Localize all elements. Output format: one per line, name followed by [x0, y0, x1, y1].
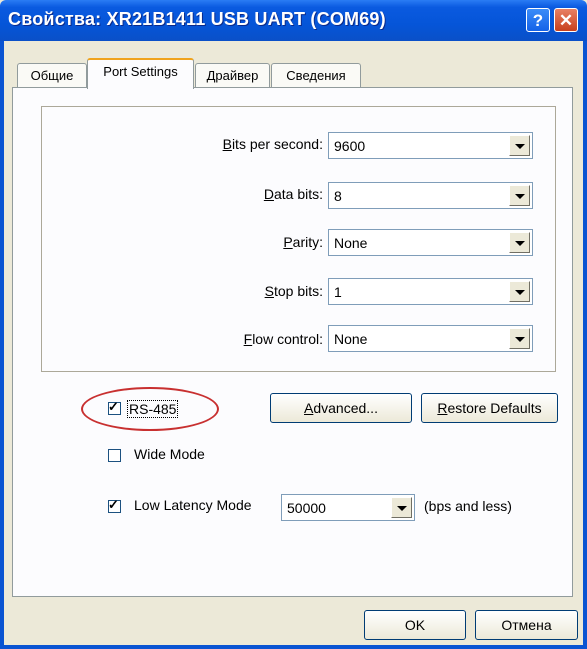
data-bits-select[interactable]: 8 — [328, 182, 533, 209]
wide-mode-checkbox[interactable] — [108, 449, 121, 462]
tab-driver[interactable]: Драйвер — [195, 63, 270, 87]
bits-per-second-select[interactable]: 9600 — [328, 132, 533, 159]
tab-label: Общие — [30, 68, 74, 83]
bits-per-second-value: 9600 — [334, 138, 366, 154]
stop-bits-select[interactable]: 1 — [328, 278, 533, 305]
check-icon: ✓ — [108, 497, 119, 512]
tab-details[interactable]: Сведения — [271, 63, 361, 87]
chevron-down-icon[interactable] — [509, 281, 530, 302]
parity-select[interactable]: None — [328, 229, 533, 256]
stop-bits-value: 1 — [334, 284, 342, 300]
cancel-button[interactable]: Отмена — [475, 610, 578, 640]
chevron-down-icon[interactable] — [509, 185, 530, 206]
window-title: Свойства: XR21B1411 USB UART (COM69) — [8, 9, 386, 29]
chevron-down-icon[interactable] — [391, 497, 412, 518]
tab-port-settings[interactable]: Port Settings — [87, 58, 194, 89]
tab-label: Port Settings — [103, 64, 178, 79]
close-button[interactable]: ✕ — [554, 8, 578, 32]
low-latency-checkbox[interactable]: ✓ — [108, 497, 121, 513]
low-latency-label: Low Latency Mode — [134, 497, 252, 513]
low-latency-value: 50000 — [287, 500, 326, 516]
tab-label: Драйвер — [206, 68, 259, 83]
tab-general[interactable]: Общие — [17, 63, 87, 87]
window-frame-bottom — [0, 645, 587, 649]
ok-button[interactable]: OK — [364, 610, 466, 640]
restore-defaults-button[interactable]: Restore Defaults — [421, 393, 558, 423]
help-icon: ? — [532, 11, 544, 30]
data-bits-label: Data bits: — [263, 186, 323, 202]
wide-mode-label: Wide Mode — [134, 446, 205, 462]
low-latency-select[interactable]: 50000 — [281, 494, 415, 521]
highlight-ellipse — [81, 387, 219, 431]
flow-control-label: Flow control: — [243, 331, 323, 347]
parity-label: Parity: — [283, 234, 323, 250]
advanced-button[interactable]: Advanced... — [270, 393, 412, 423]
chevron-down-icon[interactable] — [509, 135, 530, 156]
tab-label: Сведения — [286, 68, 346, 83]
data-bits-value: 8 — [334, 188, 342, 204]
bits-per-second-label: Bits per second: — [222, 136, 323, 152]
low-latency-suffix: (bps and less) — [424, 498, 512, 514]
flow-control-select[interactable]: None — [328, 325, 533, 352]
window-frame-right — [583, 41, 587, 649]
flow-control-value: None — [334, 331, 368, 347]
stop-bits-label: Stop bits: — [264, 283, 323, 299]
chevron-down-icon[interactable] — [509, 232, 530, 253]
close-icon: ✕ — [558, 11, 574, 30]
title-bar[interactable]: Свойства: XR21B1411 USB UART (COM69) ? ✕ — [0, 0, 587, 41]
window-frame-left — [0, 41, 4, 649]
parity-value: None — [334, 235, 368, 251]
help-button[interactable]: ? — [526, 8, 550, 32]
chevron-down-icon[interactable] — [509, 328, 530, 349]
